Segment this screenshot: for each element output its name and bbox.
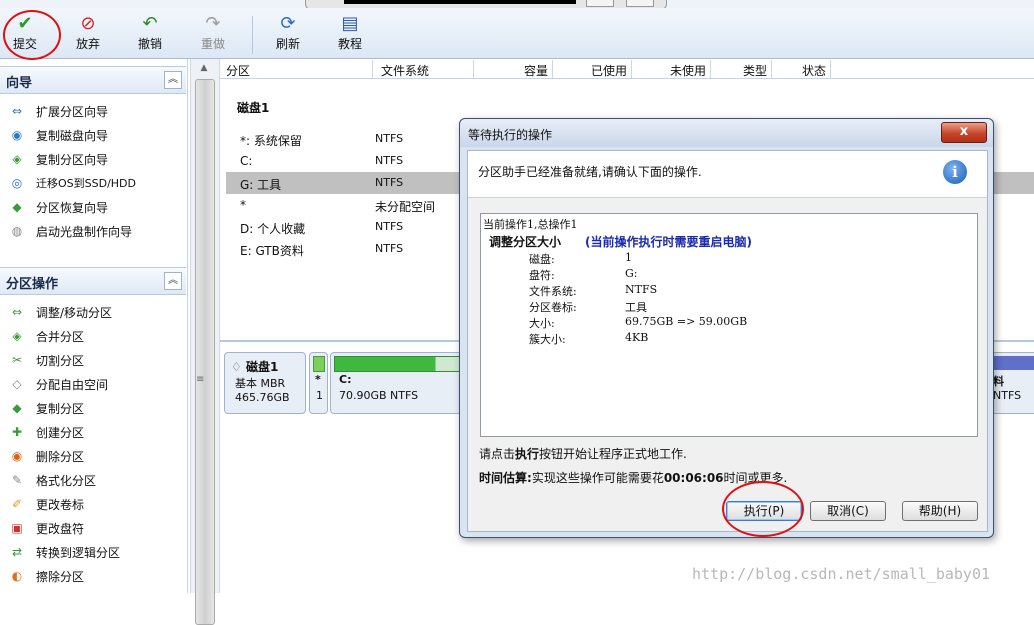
refresh-button[interactable]: ⟳ 刷新 [264, 12, 312, 56]
redo-button[interactable]: ↷ 重做 [189, 12, 237, 56]
refresh-icon: ⟳ [280, 13, 296, 34]
vertical-scrollbar[interactable]: ▲ ≡ [190, 59, 220, 625]
disc-icon: ◍ [11, 224, 23, 238]
merge-icon: ◈ [12, 329, 22, 343]
nav-item-copy-partition-wizard[interactable]: ◈ 复制分区向导 [8, 148, 184, 170]
redo-icon: ↷ [205, 13, 221, 34]
format-icon: ✎ [11, 473, 23, 487]
extend-partition-icon: ⇔ [11, 104, 23, 118]
column-header-type[interactable]: 类型 [711, 60, 772, 78]
wipe-icon: ◐ [11, 569, 23, 583]
undo-icon: ↶ [142, 13, 158, 34]
nav-item-migrate-os[interactable]: ◎ 迁移OS到SSD/HDD [8, 172, 184, 194]
split-icon: ✂ [11, 353, 23, 367]
partition-ops-section-header[interactable]: 分区操作 ︽ [0, 267, 186, 295]
usage-bar [991, 356, 1034, 370]
window-titlebar-fragment [344, 0, 576, 4]
annotation-circle-execute [722, 481, 804, 537]
nav-item-extend-wizard[interactable]: ⇔ 扩展分区向导 [8, 100, 184, 122]
window-button[interactable] [626, 0, 654, 7]
scroll-up-arrow-icon[interactable]: ▲ [197, 63, 211, 77]
nav-item-copy-disk-wizard[interactable]: ◉ 复制磁盘向导 [8, 124, 184, 146]
cancel-button[interactable]: 取消(C) [810, 501, 886, 521]
usage-bar [334, 356, 470, 372]
nav-item-resize-move[interactable]: ⇔ 调整/移动分区 [8, 301, 184, 323]
nav-item-change-letter[interactable]: ▣ 更改盘符 [8, 517, 184, 539]
drive-letter-icon: ▣ [11, 521, 23, 535]
tutorial-icon: ▤ [341, 13, 359, 34]
dialog-body: 分区助手已经准备就绪,请确认下面的操作. i 当前操作1,总操作1 调整分区大小… [467, 150, 988, 532]
pending-operations-dialog: 等待执行的操作 x 分区助手已经准备就绪,请确认下面的操作. i 当前操作1,总… [459, 118, 994, 538]
disk-label: 磁盘1 [237, 101, 270, 115]
nav-item-merge[interactable]: ◈ 合并分区 [8, 325, 184, 347]
nav-item-change-label[interactable]: ✐ 更改卷标 [8, 493, 184, 515]
time-estimate: 时间估算:实现这些操作可能需要花00:06:06时间或更多. [479, 471, 788, 485]
close-button[interactable]: x [941, 122, 987, 143]
copy-disk-icon: ◉ [11, 128, 23, 142]
dialog-titlebar[interactable]: 等待执行的操作 x [460, 119, 993, 147]
create-icon: ✚ [11, 425, 23, 439]
nav-item-partition-recovery[interactable]: ◆ 分区恢复向导 [8, 196, 184, 218]
watermark: http://blog.csdn.net/small_baby01 [692, 565, 991, 583]
label-icon: ✐ [11, 497, 23, 511]
nav-item-format[interactable]: ✎ 格式化分区 [8, 469, 184, 491]
migrate-os-icon: ◎ [11, 176, 23, 190]
column-header-filesystem[interactable]: 文件系统 [373, 60, 474, 78]
left-panel: 向导 ︽ ⇔ 扩展分区向导 ◉ 复制磁盘向导 ◈ 复制分区向导 ◎ 迁移OS到S… [0, 59, 188, 593]
copy-icon: ◆ [12, 401, 22, 415]
nav-item-copy-partition[interactable]: ◆ 复制分区 [8, 397, 184, 419]
dialog-header: 分区助手已经准备就绪,请确认下面的操作. i [468, 151, 987, 198]
disk-summary-box[interactable]: ♢ 磁盘1 基本 MBR 465.76GB [224, 352, 306, 414]
partition-block-e[interactable]: 料 NTFS [990, 352, 1034, 414]
nav-item-split[interactable]: ✂ 切割分区 [8, 349, 184, 371]
nav-item-bootable-cd[interactable]: ◍ 启动光盘制作向导 [8, 220, 184, 242]
wizard-section-header[interactable]: 向导 ︽ [0, 66, 186, 94]
undo-button[interactable]: ↶ 撤销 [126, 12, 174, 56]
operations-list[interactable]: 当前操作1,总操作1 调整分区大小 (当前操作执行时需要重启电脑) 磁盘: 1 … [480, 213, 978, 437]
column-header-unused[interactable]: 未使用 [632, 60, 711, 78]
nav-item-delete-partition[interactable]: ◉ 删除分区 [8, 445, 184, 467]
recovery-icon: ◆ [12, 200, 22, 214]
partition-block-c[interactable]: C: 70.90GB NTFS [330, 352, 472, 414]
delete-icon: ◉ [11, 449, 23, 463]
column-header-status[interactable]: 状态 [772, 60, 831, 78]
nav-item-create-partition[interactable]: ✚ 创建分区 [8, 421, 184, 443]
info-icon: i [943, 160, 967, 184]
nav-item-allocate-free-space[interactable]: ◇ 分配自由空间 [8, 373, 184, 395]
help-button[interactable]: 帮助(H) [902, 501, 978, 521]
column-header-used[interactable]: 已使用 [553, 60, 632, 78]
tutorial-button[interactable]: ▤ 教程 [326, 12, 374, 56]
copy-partition-icon: ◈ [12, 152, 22, 166]
header-divider [220, 78, 1034, 79]
resize-icon: ⇔ [11, 305, 23, 319]
column-header-partition[interactable]: 分区 [220, 60, 373, 78]
scrollbar-thumb[interactable] [195, 79, 215, 625]
scrollbar-grip-icon: ≡ [196, 374, 205, 385]
disk-icon: ♢ [231, 360, 242, 374]
discard-button[interactable]: ⊘ 放弃 [64, 12, 112, 56]
convert-icon: ⇄ [11, 545, 23, 559]
allocate-icon: ◇ [12, 377, 22, 391]
usage-bar [313, 356, 325, 372]
toolbar: ✔ 提交 ⊘ 放弃 ↶ 撤销 ↷ 重做 ⟳ 刷新 ▤ 教程 [0, 8, 1034, 59]
annotation-circle-submit [3, 10, 61, 60]
collapse-icon[interactable]: ︽ [164, 272, 182, 290]
nav-item-wipe[interactable]: ◐ 擦除分区 [8, 565, 184, 587]
nav-item-convert-logical[interactable]: ⇄ 转换到逻辑分区 [8, 541, 184, 563]
toolbar-separator [252, 16, 253, 54]
partition-block-system[interactable]: * 1 [309, 352, 328, 414]
collapse-icon[interactable]: ︽ [164, 71, 182, 89]
window-button[interactable] [586, 0, 614, 7]
discard-icon: ⊘ [80, 13, 96, 34]
instruction-text: 请点击执行按钮开始让程序正式地工作. [479, 447, 687, 461]
column-header-capacity[interactable]: 容量 [474, 60, 553, 78]
